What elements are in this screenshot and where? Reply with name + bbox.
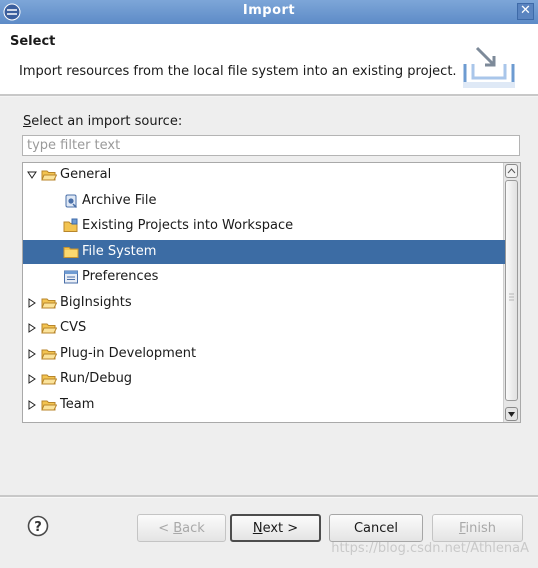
window-title: Import	[242, 3, 296, 18]
tree-item-label: CVS	[60, 320, 87, 335]
collapsed-triangle-icon[interactable]	[27, 297, 37, 308]
filter-input[interactable]	[22, 135, 520, 156]
folder-open-icon	[41, 400, 57, 410]
close-button[interactable]: ✕	[517, 3, 534, 20]
scroll-up-button[interactable]	[505, 164, 518, 178]
import-source-label: Select an import source:	[23, 114, 183, 129]
collapsed-triangle-icon[interactable]	[27, 374, 37, 384]
tree-item[interactable]: CVS	[23, 316, 505, 340]
tree-item[interactable]: File System	[23, 239, 505, 264]
page-description: Import resources from the local file sys…	[19, 64, 457, 79]
tree-item[interactable]: BigInsights	[23, 291, 505, 315]
scroll-up-icon	[507, 168, 516, 174]
tree-item[interactable]: Existing Projects into Workspace	[23, 214, 505, 238]
import-wizard-icon	[463, 46, 515, 88]
folder-open-icon	[41, 374, 57, 385]
import-source-tree[interactable]: General Archive File Existing Projects int…	[22, 162, 521, 423]
next-button[interactable]: Next >	[230, 514, 321, 542]
tree-item[interactable]: Preferences	[23, 265, 505, 289]
folder-icon	[63, 246, 79, 258]
wizard-banner: Select Import resources from the local f…	[0, 24, 538, 94]
vertical-scrollbar[interactable]	[503, 163, 520, 422]
tree-item[interactable]: General	[23, 163, 505, 187]
tree-item-label: Plug-in Development	[60, 345, 197, 361]
tree-item-label: BigInsights	[60, 294, 132, 310]
scroll-down-button[interactable]	[505, 407, 518, 421]
archive-file-icon	[65, 194, 78, 208]
folder-open-icon	[41, 298, 57, 308]
close-icon: ✕	[520, 3, 531, 18]
title-bar[interactable]: Import ✕	[0, 0, 538, 24]
page-title: Select	[10, 34, 56, 49]
scroll-thumb[interactable]	[505, 180, 518, 401]
folder-open-icon	[41, 323, 57, 334]
finish-button[interactable]: Finish	[432, 514, 523, 542]
tree-item[interactable]: Run/Debug	[23, 367, 505, 391]
collapsed-triangle-icon[interactable]	[27, 348, 37, 359]
help-icon[interactable]: ?	[27, 515, 49, 537]
tree-item[interactable]: Team	[23, 393, 505, 417]
tree-item-label: Archive File	[82, 192, 157, 208]
preferences-icon	[64, 270, 78, 284]
grip-icon	[509, 293, 514, 301]
scroll-down-icon	[508, 412, 515, 417]
back-button[interactable]: < Back	[137, 514, 226, 542]
tree-item-label: Run/Debug	[60, 371, 133, 386]
tree-item-label: Existing Projects into Workspace	[82, 218, 294, 233]
project-icon	[63, 218, 78, 232]
tree-item[interactable]: Plug-in Development	[23, 342, 505, 366]
collapsed-triangle-icon[interactable]	[27, 323, 37, 333]
tree-item-label: General	[60, 167, 112, 182]
expanded-triangle-icon[interactable]	[27, 170, 37, 180]
watermark: https://blog.csdn.net/AthlenaA	[331, 541, 529, 556]
tree-item-label: Team	[60, 396, 95, 412]
tree-item[interactable]: Archive File	[23, 189, 505, 213]
import-dialog: Import ✕ Select Import resources from th…	[0, 0, 538, 568]
collapsed-triangle-icon[interactable]	[27, 399, 37, 410]
folder-open-icon	[41, 170, 57, 181]
folder-open-icon	[41, 349, 57, 359]
svg-text:?: ?	[34, 520, 42, 535]
tree-item-label: File System	[82, 243, 157, 259]
cancel-button[interactable]: Cancel	[329, 514, 423, 542]
tree-item-label: Preferences	[82, 269, 159, 284]
